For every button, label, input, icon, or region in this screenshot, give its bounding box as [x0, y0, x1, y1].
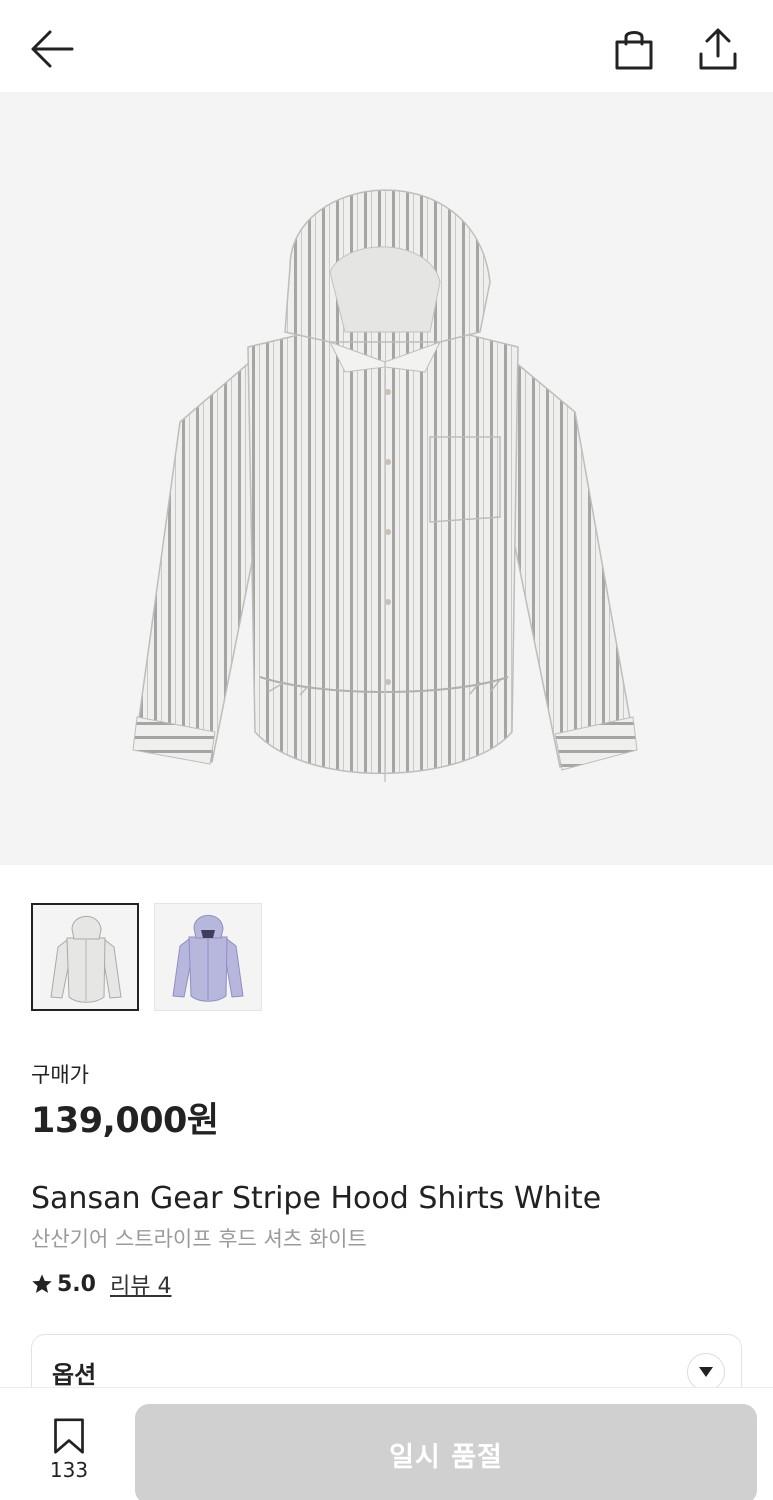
- share-icon: [699, 28, 737, 70]
- rating-score: 5.0: [57, 1271, 96, 1297]
- shopping-bag-icon: [615, 31, 653, 70]
- product-name-en: Sansan Gear Stripe Hood Shirts White: [31, 1181, 602, 1216]
- arrow-left-icon: [31, 30, 74, 68]
- white-shirt-thumbnail-image: [50, 915, 122, 1003]
- bookmark-icon: [54, 1418, 84, 1454]
- sold-out-button[interactable]: 일시 품절: [135, 1404, 757, 1500]
- option-label: 옵션: [52, 1361, 97, 1389]
- review-link[interactable]: 리뷰 4: [110, 1268, 171, 1300]
- share-button[interactable]: [690, 22, 746, 76]
- thumbnail-white[interactable]: [31, 903, 139, 1011]
- bookmark-button[interactable]: 133: [38, 1418, 100, 1482]
- back-button[interactable]: [24, 24, 80, 74]
- product-main-image[interactable]: [0, 92, 773, 865]
- option-dropdown-button[interactable]: [687, 1353, 725, 1391]
- cart-button[interactable]: [606, 22, 662, 76]
- product-price: 139,000원: [31, 1101, 219, 1141]
- top-navigation-bar: [0, 0, 773, 92]
- bottom-action-bar: 133 일시 품절: [0, 1387, 773, 1500]
- bookmark-count: 133: [49, 1458, 89, 1482]
- rating-row: 5.0 리뷰 4: [31, 1268, 171, 1300]
- product-name-ko: 산산기어 스트라이프 후드 셔츠 화이트: [31, 1227, 367, 1251]
- price-label: 구매가: [31, 1063, 89, 1087]
- caret-down-icon: [699, 1367, 713, 1377]
- striped-hood-shirt-illustration: [132, 189, 638, 782]
- thumbnail-list: [31, 903, 262, 1011]
- blue-shirt-thumbnail-image: [172, 914, 244, 1002]
- thumbnail-blue[interactable]: [154, 903, 262, 1011]
- star-icon: [32, 1274, 52, 1293]
